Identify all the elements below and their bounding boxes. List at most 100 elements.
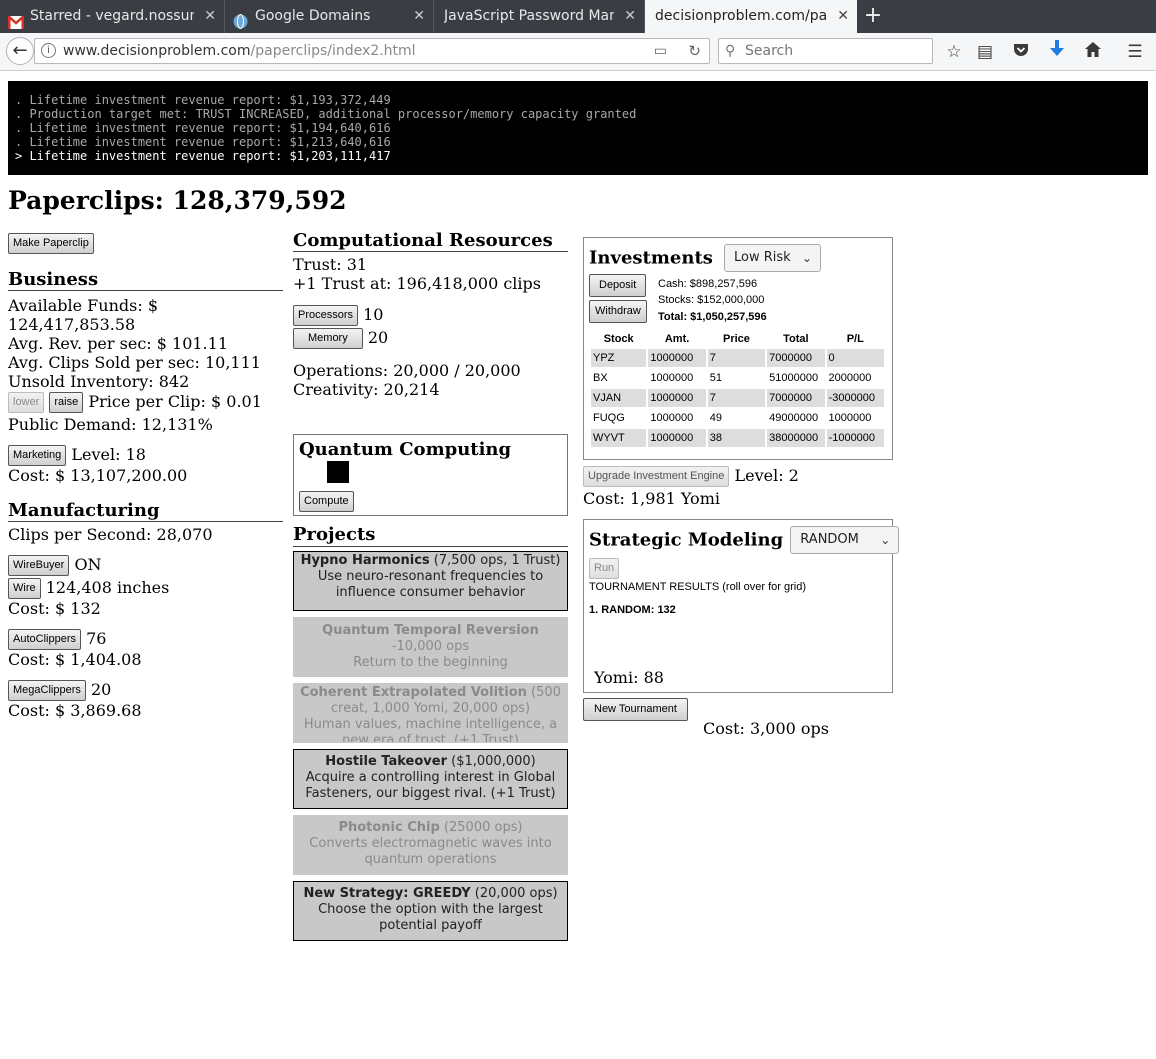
search-input[interactable] xyxy=(743,41,928,61)
tab-paperclips[interactable]: decisionproblem.com/pape ✕ xyxy=(645,0,857,33)
close-tab-icon[interactable]: ✕ xyxy=(413,0,425,33)
arrow-left-icon: ← xyxy=(12,40,28,61)
project-photonic-chip[interactable]: Photonic Chip (25000 ops) Converts elect… xyxy=(293,815,568,875)
upgrade-cost: Cost: 1,981 Yomi xyxy=(583,489,720,508)
project-cost: (7,500 ops, 1 Trust) xyxy=(429,553,561,568)
table-cell: -1000000 xyxy=(826,429,884,447)
reload-icon[interactable]: ↻ xyxy=(688,39,701,63)
globe-icon xyxy=(233,9,249,29)
close-tab-icon[interactable]: ✕ xyxy=(837,0,849,33)
table-cell: 1000000 xyxy=(650,372,694,384)
project-hostile-takeover[interactable]: Hostile Takeover ($1,000,000) Acquire a … xyxy=(293,749,568,809)
memory-value: 20 xyxy=(367,328,389,347)
quantum-computing-panel: Quantum Computing Compute xyxy=(293,434,568,516)
event-console: . Lifetime investment revenue report: $1… xyxy=(8,81,1148,175)
investments-header: Investments Low Risk ⌄ xyxy=(589,244,821,272)
new-tab-button[interactable]: + xyxy=(862,0,884,33)
processors-button[interactable]: Processors xyxy=(293,305,359,326)
gmail-icon xyxy=(7,9,25,29)
investments-panel: Investments Low Risk ⌄ Deposit Withdraw … xyxy=(583,237,893,460)
wirebuyer-button[interactable]: WireBuyer xyxy=(8,555,70,576)
raise-price-button[interactable]: raise xyxy=(49,392,84,413)
info-icon[interactable]: i xyxy=(41,43,56,58)
tab-label: decisionproblem.com/pape xyxy=(655,8,827,24)
project-name: New Strategy: GREEDY xyxy=(303,886,471,901)
table-row: YPZ 1000000 7 7000000 0 xyxy=(591,349,884,367)
table-cell: YPZ xyxy=(591,349,647,367)
url-bar[interactable]: i www.decisionproblem.com/paperclips/ind… xyxy=(34,38,710,64)
table-cell: 7000000 xyxy=(767,389,825,407)
project-desc: Human values, machine intelligence, a ne… xyxy=(303,717,558,743)
table-row: WYVT 1000000 38 38000000 -1000000 xyxy=(591,429,884,447)
table-cell: 1000000 xyxy=(648,429,706,447)
bookmark-star-icon[interactable]: ☆ xyxy=(942,40,966,64)
marketing-button[interactable]: Marketing xyxy=(8,445,67,466)
tab-password-manager[interactable]: JavaScript Password Manag ✕ xyxy=(434,0,645,33)
table-cell: -3000000 xyxy=(826,389,884,407)
table-cell: 1000000 xyxy=(828,412,872,424)
project-quantum-temporal-reversion[interactable]: Quantum Temporal Reversion -10,000 ops R… xyxy=(293,617,568,677)
avg-revenue: Avg. Rev. per sec: $ 101.11 xyxy=(8,334,228,353)
autoclippers-count: 76 xyxy=(86,629,107,648)
left-column: Make Paperclip Business Available Funds:… xyxy=(8,233,283,720)
table-cell: 1000000 xyxy=(648,349,706,367)
projects-section: Projects Hypno Harmonics (7,500 ops, 1 T… xyxy=(293,524,568,944)
console-line: . Production target met: TRUST INCREASED… xyxy=(15,107,637,121)
table-row: VJAN 1000000 7 7000000 -3000000 xyxy=(591,389,884,407)
chevron-down-icon: ⌄ xyxy=(801,251,812,265)
run-button[interactable]: Run xyxy=(589,558,620,579)
lower-price-button[interactable]: lower xyxy=(8,392,45,413)
table-cell: 7 xyxy=(707,349,766,367)
table-cell: 38 xyxy=(707,429,766,447)
paperclips-value: 128,379,592 xyxy=(172,186,347,215)
table-row: BX 1000000 51 51000000 2000000 xyxy=(591,369,884,387)
close-tab-icon[interactable]: ✕ xyxy=(204,0,216,33)
table-row: FUQG 1000000 49 49000000 1000000 xyxy=(591,409,884,427)
wirebuyer-status: ON xyxy=(74,555,102,574)
next-trust: +1 Trust at: 196,418,000 clips xyxy=(293,274,541,293)
home-icon[interactable] xyxy=(1081,40,1105,64)
reader-view-icon[interactable]: ▭ xyxy=(654,39,667,63)
wire-amount: 124,408 inches xyxy=(45,578,170,597)
project-coherent-extrapolated-volition[interactable]: Coherent Extrapolated Volition (500 crea… xyxy=(293,683,568,743)
reading-list-icon[interactable]: ▤ xyxy=(973,40,997,64)
withdraw-button[interactable]: Withdraw xyxy=(589,300,647,323)
autoclippers-button[interactable]: AutoClippers xyxy=(8,629,81,650)
funds-label: Available Funds: $ xyxy=(8,296,158,315)
megaclippers-button[interactable]: MegaClippers xyxy=(8,680,86,701)
column-header: Stock xyxy=(603,332,634,345)
tab-gmail[interactable]: Starred - vegard.nossum ✕ xyxy=(0,0,225,33)
funds-value: 124,417,853.58 xyxy=(8,315,136,334)
column-header: Amt. xyxy=(664,332,690,345)
tournament-cost: Cost: 3,000 ops xyxy=(703,719,829,738)
project-hypno-harmonics[interactable]: Hypno Harmonics (7,500 ops, 1 Trust) Use… xyxy=(293,551,568,611)
avg-clips-sold: Avg. Clips Sold per sec: 10,111 xyxy=(8,353,261,372)
deposit-button[interactable]: Deposit xyxy=(589,274,647,297)
middle-column: Computational Resources Trust: 31 +1 Tru… xyxy=(293,231,568,399)
marketing-row: Marketing Level: 18 xyxy=(8,445,283,466)
menu-icon[interactable]: ☰ xyxy=(1123,40,1147,64)
back-button[interactable]: ← xyxy=(6,37,34,65)
investment-engine-level: Level: 2 xyxy=(734,466,799,485)
strategy-select[interactable]: RANDOM ⌄ xyxy=(790,526,900,554)
table-cell: 49000000 xyxy=(769,412,819,424)
project-name: Hypno Harmonics xyxy=(300,553,430,568)
project-name: Hostile Takeover xyxy=(325,754,447,769)
project-new-strategy-greedy[interactable]: New Strategy: GREEDY (20,000 ops) Choose… xyxy=(293,881,568,941)
search-bar[interactable]: ⚲ xyxy=(718,38,933,64)
download-icon[interactable] xyxy=(1045,40,1069,64)
risk-value: Low Risk xyxy=(734,250,791,265)
pocket-icon[interactable] xyxy=(1009,40,1033,64)
quantum-title: Quantum Computing xyxy=(299,439,512,460)
new-tournament-button[interactable]: New Tournament xyxy=(583,698,688,721)
wire-button[interactable]: Wire xyxy=(8,578,41,599)
risk-select[interactable]: Low Risk ⌄ xyxy=(724,244,821,272)
tab-google-domains[interactable]: Google Domains ✕ xyxy=(225,0,434,33)
close-tab-icon[interactable]: ✕ xyxy=(624,0,636,33)
tab-bar: Starred - vegard.nossum ✕ Google Domains… xyxy=(0,0,1156,33)
megaclippers-count: 20 xyxy=(90,680,112,699)
compute-button[interactable]: Compute xyxy=(299,491,354,512)
upgrade-investment-engine-button[interactable]: Upgrade Investment Engine xyxy=(583,466,730,487)
memory-button[interactable]: Memory xyxy=(293,328,363,349)
make-paperclip-button[interactable]: Make Paperclip xyxy=(8,233,94,254)
